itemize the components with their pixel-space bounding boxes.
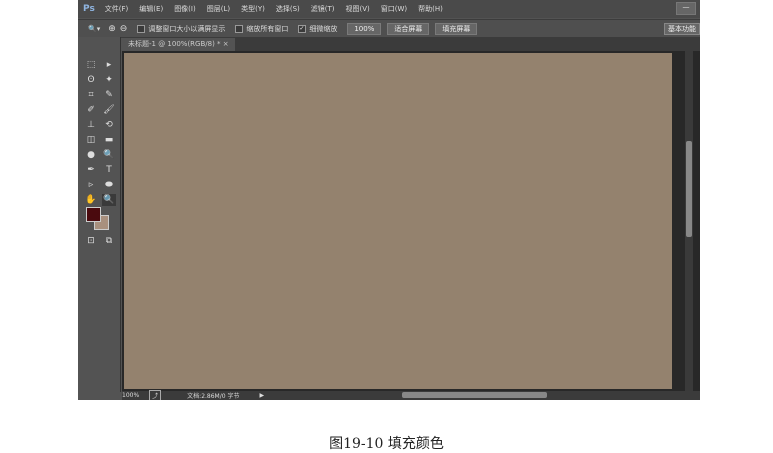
history-brush-tool-icon[interactable]: ⟲ <box>102 119 116 131</box>
actual-pixels-button[interactable]: 100% <box>347 22 382 35</box>
checkbox[interactable] <box>137 24 146 33</box>
doc-size: 文档:2.86M/0 字节 <box>187 393 240 400</box>
quick-select-tool-icon[interactable]: ✦ <box>102 74 116 86</box>
document-workspace <box>122 51 700 391</box>
document-tab-bar: 未标题-1 @ 100%(RGB/8) * × <box>122 37 700 51</box>
screen-mode-tool-icon[interactable]: ⧉ <box>102 235 116 247</box>
zoom-tool-preset-icon[interactable]: 🔍▾ <box>88 25 100 33</box>
menu-image[interactable]: 图像(I) <box>174 4 196 14</box>
menu-select[interactable]: 选择(S) <box>276 4 300 14</box>
option-label: 缩放所有窗口 <box>246 24 289 33</box>
resize-windows-option[interactable]: 调整窗口大小以满屏显示 <box>137 24 225 34</box>
shape-tool-icon[interactable]: ⬬ <box>102 179 116 191</box>
tools-panel: ⬚ ▸ ʘ ✦ ⌗ ✎ ✐ 🖌 ⊥ ⟲ ◫ ▬ ● 🔍 ✒ T ▹ ⬬ ✋ 🔍 ⊡ ⧉ <box>78 37 121 392</box>
tab-title: 未标题-1 @ 100%(RGB/8) * <box>128 40 221 48</box>
healing-tool-icon[interactable]: ✐ <box>84 104 98 116</box>
horizontal-scrollbar-thumb[interactable] <box>402 392 547 398</box>
document-tab[interactable]: 未标题-1 @ 100%(RGB/8) * × <box>122 38 235 51</box>
hand-tool-icon[interactable]: ✋ <box>84 194 98 206</box>
zoom-all-windows-option[interactable]: 缩放所有窗口 <box>235 24 288 34</box>
workspace-switcher[interactable]: 基本功能 <box>664 23 700 35</box>
zoom-in-icon[interactable]: ⊕ <box>108 24 116 34</box>
minimize-button[interactable]: — <box>676 2 696 15</box>
close-tab-icon[interactable]: × <box>223 40 229 48</box>
ps-logo: Ps <box>83 4 95 14</box>
menu-file[interactable]: 文件(F) <box>105 4 129 14</box>
status-menu-arrow[interactable]: ▶ <box>259 392 264 399</box>
menu-help[interactable]: 帮助(H) <box>418 4 443 14</box>
stamp-tool-icon[interactable]: ⊥ <box>84 119 98 131</box>
vertical-scrollbar[interactable] <box>685 51 693 391</box>
figure-caption: 图19-10 填充颜色 <box>329 436 444 452</box>
zoom-out-icon[interactable]: ⊖ <box>120 24 128 34</box>
marquee-tool-icon[interactable]: ⬚ <box>84 59 98 71</box>
photoshop-window: Ps 文件(F) 编辑(E) 图像(I) 图层(L) 类型(Y) 选择(S) 滤… <box>78 0 700 400</box>
zoom-level[interactable]: 100% <box>122 392 139 399</box>
scrollbar-thumb[interactable] <box>686 141 692 237</box>
options-bar: 🔍▾ ⊕ ⊖ 调整窗口大小以满屏显示 缩放所有窗口 ✓ 细微缩放 100% 适合屏… <box>78 19 700 38</box>
foreground-color-swatch[interactable] <box>86 207 101 222</box>
menu-layer[interactable]: 图层(L) <box>207 4 230 14</box>
eraser-tool-icon[interactable]: ◫ <box>84 134 98 146</box>
dodge-tool-icon[interactable]: 🔍 <box>102 149 116 161</box>
menu-edit[interactable]: 编辑(E) <box>139 4 163 14</box>
menu-type[interactable]: 类型(Y) <box>241 4 265 14</box>
canvas[interactable] <box>124 53 672 389</box>
menu-bar: Ps 文件(F) 编辑(E) 图像(I) 图层(L) 类型(Y) 选择(S) 滤… <box>78 0 700 18</box>
type-tool-icon[interactable]: T <box>102 164 116 176</box>
scrubby-zoom-option[interactable]: ✓ 细微缩放 <box>298 24 337 34</box>
eyedropper-tool-icon[interactable]: ✎ <box>102 89 116 101</box>
share-icon[interactable]: ⤴ <box>149 390 162 400</box>
menu-filter[interactable]: 滤镜(T) <box>311 4 335 14</box>
move-tool-icon[interactable]: ▸ <box>102 59 116 71</box>
option-label: 细微缩放 <box>309 24 338 33</box>
status-bar: 100% ⤴ 文档:2.86M/0 字节 ▶ <box>122 390 700 400</box>
quick-mask-tool-icon[interactable]: ⊡ <box>84 235 98 247</box>
menu-window[interactable]: 窗口(W) <box>381 4 407 14</box>
fit-screen-button[interactable]: 适合屏幕 <box>387 22 430 35</box>
checkbox-checked[interactable]: ✓ <box>298 24 307 33</box>
blur-tool-icon[interactable]: ● <box>84 149 98 161</box>
gradient-tool-icon[interactable]: ▬ <box>102 134 116 146</box>
fill-screen-button[interactable]: 填充屏幕 <box>435 22 478 35</box>
pen-tool-icon[interactable]: ✒ <box>84 164 98 176</box>
menu-view[interactable]: 视图(V) <box>346 4 370 14</box>
zoom-tool-icon[interactable]: 🔍 <box>102 194 116 206</box>
brush-tool-icon[interactable]: 🖌 <box>102 104 116 116</box>
lasso-tool-icon[interactable]: ʘ <box>84 74 98 86</box>
option-label: 调整窗口大小以满屏显示 <box>148 24 226 33</box>
crop-tool-icon[interactable]: ⌗ <box>84 89 98 101</box>
path-select-tool-icon[interactable]: ▹ <box>84 179 98 191</box>
checkbox[interactable] <box>235 24 244 33</box>
